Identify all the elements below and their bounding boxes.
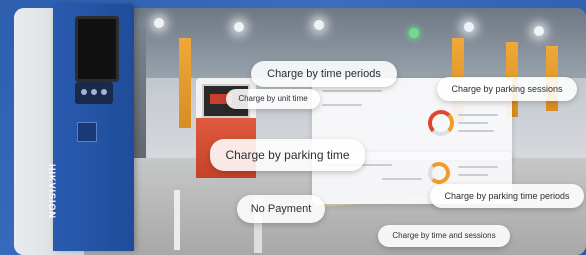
kiosk-screen xyxy=(75,16,119,82)
banner: HIKVISION Charge by time periods Charge … xyxy=(0,0,586,255)
green-indicator-light xyxy=(409,28,419,38)
chip-charge-by-parking-time-periods: Charge by parking time periods xyxy=(430,184,584,208)
ceiling-light xyxy=(234,22,244,32)
payment-kiosk: HIKVISION xyxy=(47,4,134,251)
ceiling-light xyxy=(464,22,474,32)
pillar xyxy=(179,38,191,128)
kiosk-card-slot xyxy=(77,122,97,142)
chip-no-payment: No Payment xyxy=(237,195,325,223)
chip-charge-by-time-periods: Charge by time periods xyxy=(251,61,397,87)
kiosk-brand-logo: HIKVISION xyxy=(47,164,57,220)
barrier-post xyxy=(174,190,180,250)
chip-charge-by-unit-time: Charge by unit time xyxy=(226,89,320,109)
chip-charge-by-parking-sessions: Charge by parking sessions xyxy=(437,77,577,101)
ceiling-light xyxy=(534,26,544,36)
kiosk-indicator-bar xyxy=(75,82,113,104)
chip-charge-by-time-and-sessions: Charge by time and sessions xyxy=(378,225,510,247)
donut-chart-icon xyxy=(428,110,454,136)
pillar xyxy=(134,28,146,178)
donut-chart-icon xyxy=(428,162,450,184)
ceiling-light xyxy=(154,18,164,28)
ceiling-light xyxy=(314,20,324,30)
chip-charge-by-parking-time: Charge by parking time xyxy=(210,139,365,171)
